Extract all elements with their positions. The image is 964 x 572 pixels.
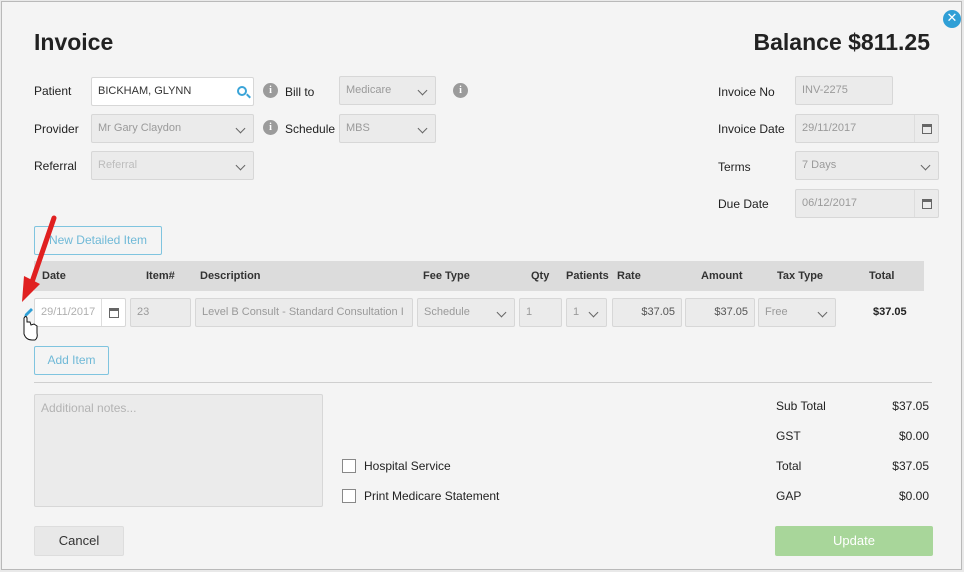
provider-select[interactable]: Mr Gary Claydon: [91, 114, 254, 143]
chevron-down-icon: [588, 307, 599, 318]
row-rate-field[interactable]: $37.05: [612, 298, 682, 327]
provider-value: Mr Gary Claydon: [98, 122, 182, 134]
chevron-down-icon: [496, 307, 507, 318]
gap-value: $0.00: [898, 489, 929, 503]
row-patients: 1: [573, 306, 580, 318]
row-amount: $37.05: [714, 306, 748, 318]
terms-label: Terms: [718, 160, 751, 174]
calendar-icon[interactable]: [101, 299, 125, 326]
row-qty-field[interactable]: 1: [519, 298, 562, 327]
sub-total-value: $37.05: [892, 399, 929, 413]
row-qty: 1: [526, 306, 533, 318]
col-header-fee-type: Fee Type: [423, 270, 470, 282]
row-amount-field[interactable]: $37.05: [685, 298, 755, 327]
due-date-field[interactable]: 06/12/2017: [795, 189, 939, 218]
schedule-label: Schedule: [285, 122, 336, 136]
total-value: $37.05: [892, 459, 929, 473]
row-rate: $37.05: [641, 306, 675, 318]
bill-to-label: Bill to: [285, 85, 315, 99]
items-table-header: Date Item# Description Fee Type Qty Pati…: [34, 261, 924, 291]
chevron-down-icon: [417, 123, 428, 134]
update-button[interactable]: Update: [775, 526, 933, 556]
terms-select[interactable]: 7 Days: [795, 151, 939, 180]
gst-label: GST: [776, 429, 801, 443]
invoice-dialog: ✕ Invoice Balance $811.25 Patient BICKHA…: [1, 1, 962, 570]
invoice-no-label: Invoice No: [718, 85, 775, 99]
invoice-date-value: 29/11/2017: [802, 122, 857, 134]
invoice-date-field[interactable]: 29/11/2017: [795, 114, 939, 143]
patient-field[interactable]: BICKHAM, GLYNN: [91, 77, 254, 106]
chevron-down-icon: [817, 307, 828, 318]
total-label: Total: [776, 459, 802, 473]
row-description: Level B Consult - Standard Consultation …: [202, 306, 404, 318]
referral-placeholder: Referral: [98, 159, 138, 171]
close-icon[interactable]: ✕: [943, 10, 961, 28]
referral-label: Referral: [34, 159, 77, 173]
col-header-qty: Qty: [531, 270, 550, 282]
chevron-down-icon: [235, 160, 246, 171]
info-icon[interactable]: i: [453, 83, 468, 98]
row-fee-type: Schedule: [424, 306, 470, 318]
edit-pencil-icon[interactable]: [22, 306, 34, 320]
row-date-field[interactable]: 29/11/2017: [34, 298, 126, 327]
row-tax-type-select[interactable]: Free: [758, 298, 836, 327]
dialog-title: Invoice: [34, 29, 114, 55]
row-patients-select[interactable]: 1: [566, 298, 607, 327]
schedule-select[interactable]: MBS: [339, 114, 436, 143]
due-date-value: 06/12/2017: [802, 197, 858, 209]
gst-value: $0.00: [898, 429, 929, 443]
bill-to-select[interactable]: Medicare: [339, 76, 436, 105]
patient-label: Patient: [34, 84, 72, 98]
col-header-tax-type: Tax Type: [777, 270, 824, 282]
col-header-description: Description: [200, 270, 261, 282]
hospital-service-checkbox[interactable]: [342, 459, 356, 473]
due-date-label: Due Date: [718, 197, 769, 211]
invoice-date-label: Invoice Date: [718, 122, 785, 136]
info-icon[interactable]: i: [263, 120, 278, 135]
add-item-button[interactable]: Add Item: [34, 346, 109, 375]
search-icon[interactable]: [237, 86, 247, 96]
notes-textarea[interactable]: Additional notes...: [34, 394, 323, 507]
invoice-no-field[interactable]: INV-2275: [795, 76, 893, 105]
balance-display: Balance $811.25: [753, 29, 930, 55]
referral-select[interactable]: Referral: [91, 151, 254, 180]
schedule-value: MBS: [346, 122, 370, 134]
gap-label: GAP: [776, 489, 802, 503]
invoice-no-value: INV-2275: [802, 84, 848, 96]
patient-value: BICKHAM, GLYNN: [98, 85, 192, 97]
col-header-item: Item#: [146, 270, 175, 282]
chevron-down-icon: [235, 123, 246, 134]
chevron-down-icon: [920, 160, 931, 171]
row-total: $37.05: [873, 306, 907, 318]
row-fee-type-select[interactable]: Schedule: [417, 298, 515, 327]
print-medicare-checkbox[interactable]: [342, 489, 356, 503]
chevron-down-icon: [417, 85, 428, 96]
calendar-icon[interactable]: [914, 190, 938, 217]
sub-total-label: Sub Total: [776, 399, 826, 413]
row-description-field[interactable]: Level B Consult - Standard Consultation …: [195, 298, 413, 327]
hospital-service-label: Hospital Service: [364, 459, 451, 473]
new-detailed-item-button[interactable]: New Detailed Item: [34, 226, 162, 255]
col-header-date: Date: [42, 270, 66, 282]
row-tax-type: Free: [765, 306, 788, 318]
row-date: 29/11/2017: [41, 306, 96, 318]
print-medicare-label: Print Medicare Statement: [364, 489, 500, 503]
provider-label: Provider: [34, 122, 79, 136]
col-header-total: Total: [869, 270, 895, 282]
cancel-button[interactable]: Cancel: [34, 526, 124, 556]
divider: [34, 382, 932, 383]
col-header-rate: Rate: [617, 270, 641, 282]
row-item-field[interactable]: 23: [130, 298, 191, 327]
col-header-patients: Patients: [566, 270, 609, 282]
info-icon[interactable]: i: [263, 83, 278, 98]
col-header-amount: Amount: [701, 270, 743, 282]
calendar-icon[interactable]: [914, 115, 938, 142]
terms-value: 7 Days: [802, 159, 837, 171]
row-item: 23: [137, 306, 150, 318]
bill-to-value: Medicare: [346, 84, 392, 96]
